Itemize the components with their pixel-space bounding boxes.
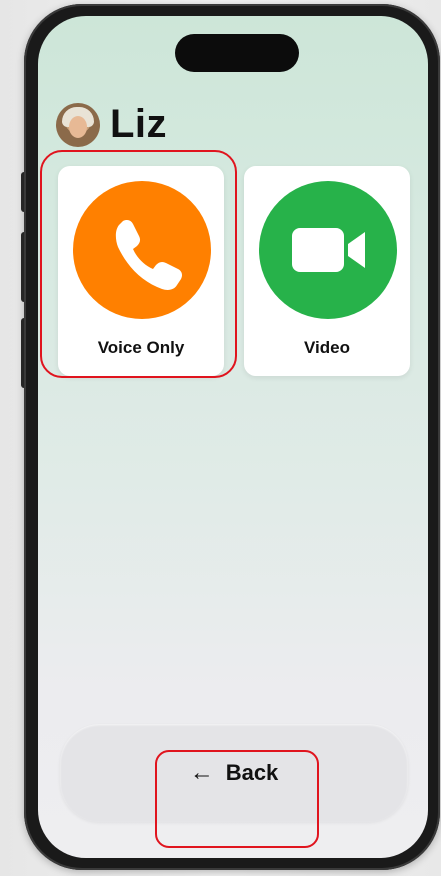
avatar-face (69, 115, 87, 138)
back-label: Back (225, 760, 279, 785)
phone-frame: Liz Voice Only Video ← Back (24, 4, 440, 870)
contact-header: Liz (56, 102, 167, 147)
phone-icon (115, 220, 182, 290)
voice-only-button[interactable]: Voice Only (58, 166, 224, 376)
back-button[interactable]: ← Back (60, 724, 408, 822)
avatar (56, 102, 100, 147)
screenshot-stage: Liz Voice Only Video ← Back (0, 0, 441, 876)
video-camera-icon (292, 228, 365, 272)
phone-screen: Liz Voice Only Video ← Back (38, 16, 428, 858)
voice-icon-circle (73, 181, 211, 319)
video-label: Video (304, 338, 350, 357)
dynamic-island (175, 34, 299, 72)
video-icon-circle (259, 181, 397, 319)
video-button[interactable]: Video (244, 166, 410, 376)
contact-name: Liz (110, 102, 168, 146)
voice-only-label: Voice Only (97, 338, 185, 357)
back-content: ← Back (60, 724, 408, 822)
arrow-left-icon: ← (189, 759, 214, 786)
